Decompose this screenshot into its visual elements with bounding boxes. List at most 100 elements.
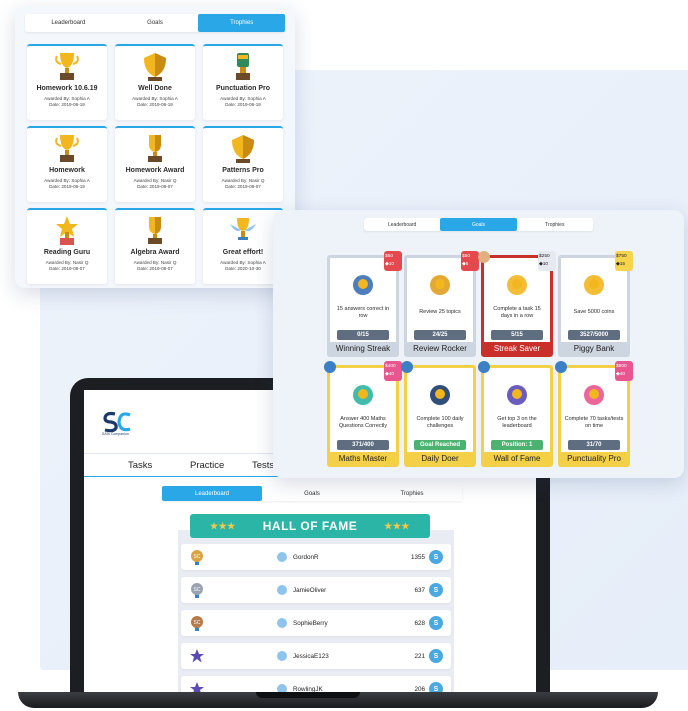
goal-card[interactable]: $250 ◆10 Complete a task 15 days in a ro…	[478, 251, 556, 357]
goal-progress: Goal Reached	[414, 440, 466, 450]
goal-card[interactable]: $50 ◆10 15 answers correct in row 0/15 W…	[327, 251, 402, 357]
trophy-awarded-by: Awarded By: Sophia A	[220, 260, 266, 265]
goal-name: Wall of Fame	[484, 452, 550, 465]
tab-trophies[interactable]: Trophies	[198, 14, 286, 32]
tab-goals[interactable]: Goals	[440, 218, 517, 231]
trophy-date: Date: 2019-06-19	[225, 102, 261, 107]
goal-card[interactable]: $400 ◆40 Answer 400 Maths Questions Corr…	[324, 361, 402, 467]
tab-leaderboard[interactable]: Leaderboard	[162, 486, 262, 501]
avatar	[277, 552, 287, 562]
goals-grid: $50 ◆10 15 answers correct in row 0/15 W…	[283, 251, 674, 467]
leaderboard-row[interactable]: SC GordonR 1355 S	[181, 544, 451, 570]
trophy-card[interactable]: Homework 10.6.19 Awarded By: Sophia A Da…	[27, 44, 107, 120]
trophy-awarded-by: Awarded By: Nasir Q	[221, 178, 265, 183]
coin-reward: $250	[539, 254, 550, 259]
nav-practice[interactable]: Practice	[190, 460, 252, 471]
tab-leaderboard[interactable]: Leaderboard	[364, 218, 440, 231]
goal-card[interactable]: Get top 3 on the leaderboard Position: 1…	[478, 361, 553, 467]
goal-name: Piggy Bank	[561, 342, 627, 355]
reward-badge: $600 ◆40	[615, 361, 633, 381]
leaderboard-row[interactable]: SC SophieBerry 628 S	[181, 610, 451, 636]
laptop-notch	[256, 692, 360, 698]
green-trophy-icon	[227, 50, 259, 82]
trophy-card[interactable]: Algebra Award Awarded By: Nasir Q Date: …	[115, 208, 195, 284]
gem-reward: ◆40	[385, 371, 395, 377]
goal-name: Daily Doer	[407, 452, 473, 465]
star-trophy-icon	[51, 214, 83, 246]
coin-icon: S	[429, 583, 443, 597]
coin-reward: $750	[616, 254, 627, 259]
gold-shield-icon	[227, 132, 259, 164]
trophies-panel: Leaderboard Goals Trophies Homework 10.6…	[15, 6, 295, 288]
goal-progress: 24/25	[414, 330, 466, 340]
trophy-name: Homework	[49, 167, 85, 174]
trophy-card[interactable]: Homework Awarded By: Sophia A Date: 2019…	[27, 126, 107, 202]
trophy-date: Date: 2019-08-07	[49, 266, 85, 271]
trophy-grid: Homework 10.6.19 Awarded By: Sophia A Da…	[25, 44, 285, 284]
tab-goals[interactable]: Goals	[262, 486, 362, 501]
sats-companion-logo-icon[interactable]	[102, 410, 132, 434]
alarm-clock-icon	[584, 385, 604, 405]
tab-trophies[interactable]: Trophies	[362, 486, 462, 501]
tab-leaderboard[interactable]: Leaderboard	[25, 14, 112, 32]
mascot-icon	[353, 385, 373, 405]
trophy-name: Algebra Award	[130, 249, 180, 256]
trophy-name: Patterns Pro	[222, 167, 264, 174]
trophies-tab-bar: Leaderboard Goals Trophies	[25, 14, 286, 32]
trophy-name: Homework 10.6.19	[36, 85, 98, 92]
coin-icon: S	[429, 616, 443, 630]
trophy-name: Punctuation Pro	[215, 85, 271, 92]
coin-icon: S	[429, 550, 443, 564]
player-name: SophieBerry	[293, 619, 328, 627]
trophy-date: Date: 2019-06-19	[49, 184, 85, 189]
ribbon-medal-icon	[555, 361, 567, 373]
star-cluster-icon: ★★★	[384, 520, 410, 531]
player-score: 1355	[410, 553, 425, 561]
leaderboard-row[interactable]: SC JamieOliver 637 S	[181, 577, 451, 603]
reward-badge: $750 ◆15	[615, 251, 633, 271]
leaderboard-row[interactable]: JessicaE123 221 S	[181, 643, 451, 669]
ribbon-medal-icon	[478, 361, 490, 373]
trophy-card[interactable]: Patterns Pro Awarded By: Nasir Q Date: 2…	[203, 126, 283, 202]
avatar	[277, 618, 287, 628]
nav-tasks[interactable]: Tasks	[128, 460, 190, 471]
gold-award-icon	[139, 132, 171, 164]
reward-badge: $400 ◆40	[384, 361, 402, 381]
winged-trophy-icon	[227, 214, 259, 246]
goal-description: Save 5000 coins	[573, 309, 615, 316]
ribbon-icon	[478, 251, 490, 263]
gem-reward: ◆5	[462, 261, 469, 267]
hall-of-fame-banner: ★★★ HALL OF FAME ★★★	[190, 514, 430, 538]
goal-description: Complete 70 tasks/tests on time	[564, 415, 624, 429]
trophy-awarded-by: Awarded By: Sophia A	[220, 96, 266, 101]
ribbon-medal-icon	[401, 361, 413, 373]
coin-reward: $400	[385, 364, 396, 369]
medal-icon	[430, 385, 450, 405]
reward-badge: $250 ◆10	[538, 251, 556, 271]
trophy-date: Date: 2019-06-19	[49, 102, 85, 107]
goal-card[interactable]: $600 ◆40 Complete 70 tasks/tests on time…	[555, 361, 633, 467]
trophy-medal-icon	[353, 275, 373, 295]
coin-reward: $600	[616, 364, 627, 369]
trophy-card[interactable]: Homework Award Awarded By: Nasir Q Date:…	[115, 126, 195, 202]
trophy-card[interactable]: Reading Guru Awarded By: Nasir Q Date: 2…	[27, 208, 107, 284]
tab-goals[interactable]: Goals	[112, 14, 199, 32]
goal-card[interactable]: $750 ◆15 Save 5000 coins 3527/5000 Piggy…	[558, 251, 633, 357]
player-name: JamieOliver	[293, 586, 327, 594]
goal-progress: 371/400	[337, 440, 389, 450]
trophy-card[interactable]: Punctuation Pro Awarded By: Sophia A Dat…	[203, 44, 283, 120]
bronze-medal-icon: SC	[191, 616, 203, 631]
goal-card[interactable]: Complete 100 daily challenges Goal Reach…	[401, 361, 476, 467]
trophy-name: Homework Award	[125, 167, 185, 174]
trophy-card[interactable]: Great effort! Awarded By: Sophia A Date:…	[203, 208, 283, 284]
tab-trophies[interactable]: Trophies	[517, 218, 593, 231]
gold-award-icon	[139, 214, 171, 246]
goal-card[interactable]: $50 ◆5 Review 25 topics 24/25 Review Roc…	[404, 251, 479, 357]
goal-progress: 3527/5000	[568, 330, 620, 340]
goal-name: Maths Master	[330, 452, 396, 465]
svg-text:SC: SC	[194, 587, 201, 593]
gem-reward: ◆15	[616, 261, 626, 267]
trophy-name: Well Done	[138, 85, 172, 92]
trophy-card[interactable]: Well Done Awarded By: Sophia A Date: 201…	[115, 44, 195, 120]
gem-reward: ◆10	[385, 261, 395, 267]
